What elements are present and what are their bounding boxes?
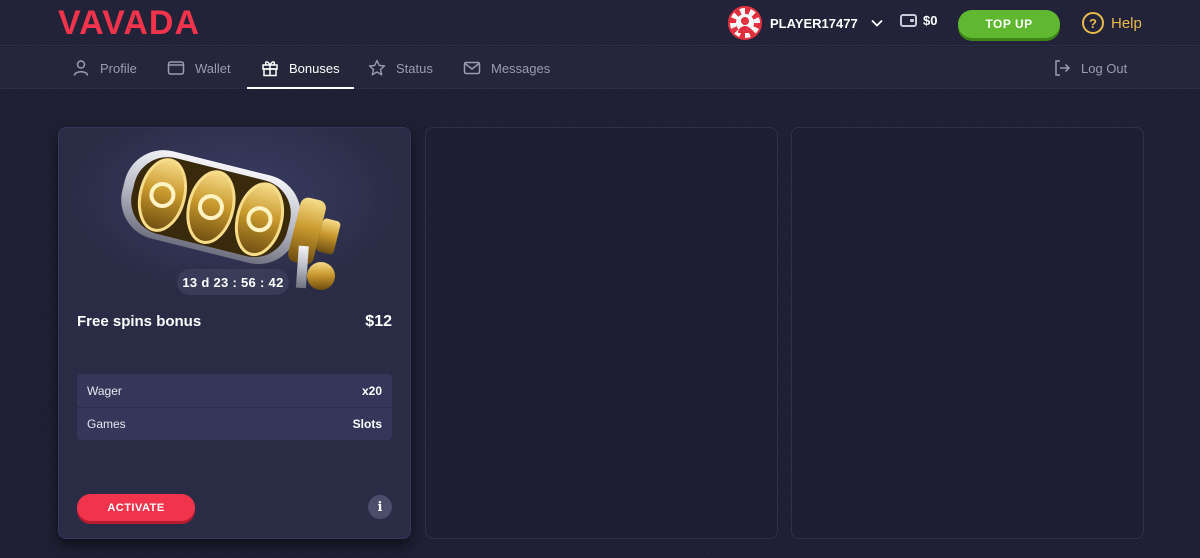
logout-label: Log Out (1081, 60, 1128, 76)
games-row: Games Slots (77, 407, 392, 440)
tab-wallet[interactable]: Wallet (167, 47, 231, 89)
star-icon (368, 59, 386, 76)
tab-status[interactable]: Status (368, 47, 433, 89)
tab-bonuses[interactable]: Bonuses (247, 47, 354, 89)
tab-wallet-label: Wallet (195, 60, 231, 76)
wallet-icon (167, 61, 185, 75)
empty-bonus-slot (425, 127, 778, 539)
empty-bonus-slot (791, 127, 1144, 539)
logout-icon (1055, 60, 1071, 76)
bonus-hero: 13 d 23 : 56 : 42 (59, 128, 410, 298)
bonus-card: 13 d 23 : 56 : 42 Free spins bonus $12 W… (58, 127, 411, 539)
avatar (728, 6, 762, 40)
username: PLAYER17477 (770, 15, 858, 31)
tab-profile-label: Profile (100, 60, 137, 76)
help-label: Help (1111, 14, 1142, 32)
top-header: VAVADA PLAYER17477 $0 TOP UP ? Help (0, 0, 1200, 46)
bonus-properties: Wager x20 Games Slots (77, 374, 392, 440)
wallet-icon (900, 14, 917, 27)
chevron-down-icon (871, 19, 883, 27)
help-link[interactable]: ? Help (1082, 12, 1142, 34)
logout-link[interactable]: Log Out (1053, 47, 1127, 89)
gift-icon (262, 61, 278, 77)
tab-status-label: Status (396, 60, 433, 76)
activate-button[interactable]: ACTIVATE (77, 494, 195, 521)
tab-bonuses-label: Bonuses (289, 60, 340, 76)
wager-row: Wager x20 (77, 374, 392, 407)
tab-messages[interactable]: Messages (463, 47, 550, 89)
mail-icon (463, 61, 481, 75)
games-label: Games (87, 417, 126, 431)
games-value: Slots (352, 417, 382, 431)
brand-logo[interactable]: VAVADA (58, 6, 200, 40)
top-up-button[interactable]: TOP UP (958, 10, 1060, 38)
wager-label: Wager (87, 383, 122, 398)
user-icon (73, 60, 89, 76)
account-nav: Profile Wallet Bonuses Status Messages L… (0, 47, 1200, 89)
info-icon[interactable]: i (368, 495, 392, 519)
bonus-timer: 13 d 23 : 56 : 42 (177, 269, 289, 295)
wager-value: x20 (361, 383, 382, 398)
bonus-title: Free spins bonus (77, 313, 202, 330)
user-menu[interactable]: PLAYER17477 (728, 6, 884, 40)
tab-messages-label: Messages (491, 60, 551, 76)
question-icon: ? (1082, 12, 1104, 34)
balance-value: $0 (923, 13, 938, 28)
bonus-amount: $12 (365, 313, 392, 330)
balance-display[interactable]: $0 (900, 13, 937, 28)
tab-profile[interactable]: Profile (72, 47, 137, 89)
